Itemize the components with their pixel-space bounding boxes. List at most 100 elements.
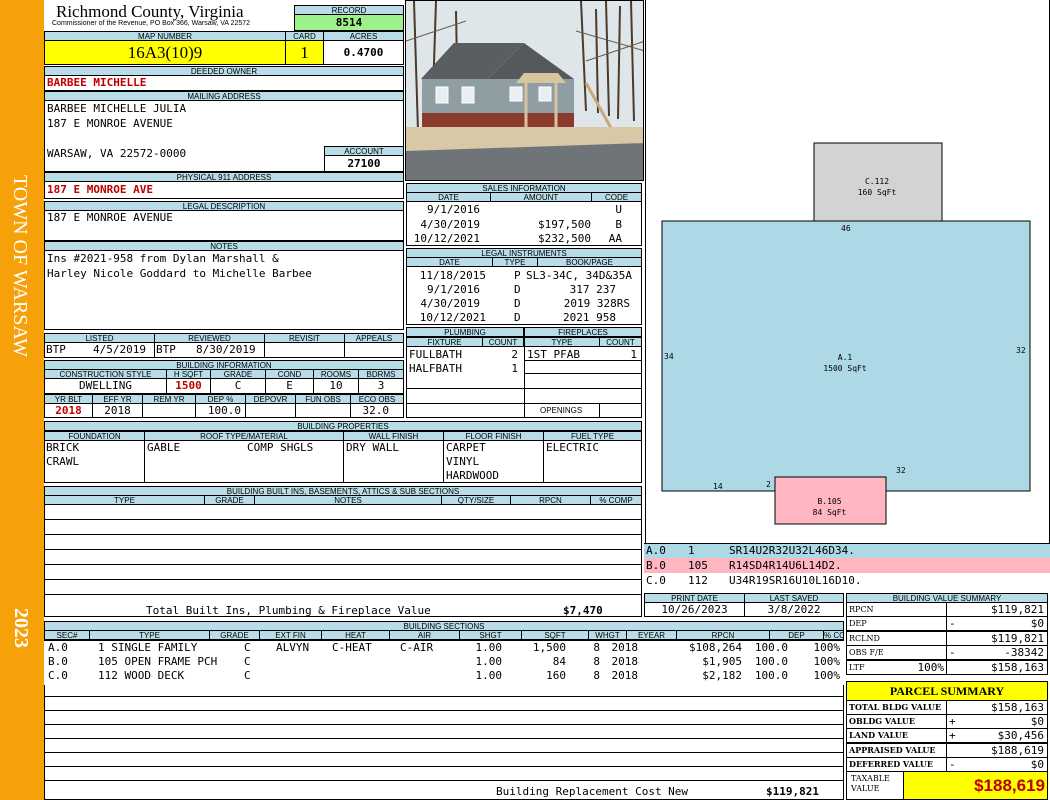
bi-dep: 100.0 — [195, 403, 246, 418]
sketch-label-b: B.105 84 SqFt — [812, 497, 847, 517]
bi-yrblt: 2018 — [44, 403, 93, 418]
section-row-cell: C — [244, 655, 251, 668]
section-row-cell: 84 — [552, 655, 566, 668]
section-row-cell: 8 — [593, 655, 600, 668]
parcel-summary-value: $0 — [1030, 757, 1044, 771]
li-row: 2021 958 — [563, 311, 616, 324]
parcel-summary-value: $158,163 — [991, 701, 1044, 714]
sections-colheads: SEC# TYPE GRADE EXT FIN HEAT AIR SHGT SQFT WHGT E… — [44, 630, 844, 640]
parcel-summary-value: $30,456 — [997, 729, 1044, 743]
sales-row: $197,500 — [538, 218, 591, 231]
sales-row: $232,500 — [538, 232, 591, 245]
value-summary-value: $0 — [1030, 617, 1044, 631]
sections-footer-row — [45, 783, 843, 799]
builtins-total-value: $7,470 — [563, 604, 603, 617]
value-summary-value: $119,821 — [991, 603, 1044, 616]
bp-foundation-2: CRAWL — [46, 455, 80, 468]
section-row-cell: 8 — [593, 641, 600, 654]
section-col-header: EXT FIN — [259, 630, 322, 640]
bp-wall: DRY WALL — [346, 441, 399, 454]
legend-sec: C.0 — [646, 574, 666, 587]
li-row: 9/1/2016 — [427, 283, 480, 296]
value-summary-label: RPCN — [846, 602, 947, 617]
value-summary-label: OBS F/E — [846, 645, 947, 661]
bp-roof-type: GABLE — [147, 441, 181, 454]
li-row: 10/12/2021 — [419, 311, 486, 324]
section-row-cell: ALVYN — [276, 641, 310, 654]
print-date-value: 10/26/2023 — [644, 602, 745, 617]
parcel-summary-label: APPRAISED VALUE — [846, 742, 947, 758]
bp-fuel: ELECTRIC — [546, 441, 599, 454]
section-row-cell: 2018 — [611, 655, 639, 668]
li-row: 317 237 — [569, 283, 616, 296]
parcel-summary-sign: + — [949, 729, 956, 743]
plumb-fixture: HALFBATH — [409, 362, 462, 375]
taxable-label: TAXABLE VALUE — [851, 774, 890, 793]
mailing-line-2: 187 E MONROE AVENUE — [47, 117, 173, 130]
parcel-summary-sign: + — [949, 715, 956, 729]
legend-code: 105 — [688, 559, 708, 572]
fire-row-divider — [524, 403, 642, 404]
section-col-header: SQFT — [521, 630, 589, 640]
deeded-owner-value: BARBEE MICHELLE — [44, 75, 404, 91]
sketch-dim: 46 — [841, 224, 851, 233]
sketch-dim: 32 — [896, 466, 906, 475]
town-label: TOWN OF WARSAW — [9, 174, 31, 358]
section-row-cell: 1.00 — [475, 641, 503, 654]
appeals-box — [344, 342, 404, 358]
sales-row: 10/12/2021 — [413, 232, 480, 245]
fire-type: 1ST PFAB — [527, 348, 580, 361]
section-row-cell: $108,264 — [689, 641, 742, 654]
li-row: 4/30/2019 — [420, 297, 480, 310]
builtins-table — [44, 504, 642, 617]
parcel-summary-label: OBLDG VALUE — [846, 714, 947, 730]
openings-value-box — [599, 403, 600, 418]
section-row-cell: 100% — [813, 669, 841, 682]
value-summary-value: $119,821 — [991, 631, 1044, 645]
section-row-cell: 100% — [813, 655, 841, 668]
plumb-row-divider — [406, 388, 525, 389]
section-row-cell: C — [244, 669, 251, 682]
legal-description-value: 187 E MONROE AVENUE — [44, 210, 404, 241]
bi-cond: E — [265, 378, 314, 394]
legend-path: R14SD4R14U6L14D2. — [729, 559, 842, 572]
record-value: 8514 — [294, 14, 404, 31]
value-summary-mid: 100% — [917, 660, 945, 674]
sketch-dim: 2 — [766, 480, 771, 489]
account-value: 27100 — [324, 155, 404, 172]
notes-line-2: Harley Nicole Goddard to Michelle Barbee — [47, 267, 312, 280]
li-row: P — [514, 269, 521, 282]
bi-hsqft: 1500 — [166, 378, 211, 394]
section-col-header: SHGT — [459, 630, 522, 640]
section-col-header: GRADE — [209, 630, 260, 640]
sales-row: 9/1/2016 — [427, 203, 480, 216]
section-col-header: HEAT — [321, 630, 390, 640]
value-summary-value: -38342 — [1004, 646, 1044, 660]
section-col-header: RPCN — [676, 630, 770, 640]
bi-funobs — [295, 403, 351, 418]
sketch-dim: 32 — [1016, 346, 1026, 355]
section-row-cell: 8 — [593, 669, 600, 682]
section-row-cell: 100% — [813, 641, 841, 654]
sales-row: B — [615, 218, 622, 231]
physical-address-value: 187 E MONROE AVE — [44, 181, 404, 199]
value-summary-label: DEP — [846, 616, 947, 632]
section-row-cell: C — [244, 641, 251, 654]
section-col-header: EYEAR — [626, 630, 677, 640]
plumbing-header: PLUMBING — [406, 327, 524, 337]
parcel-summary-rows: TOTAL BLDG VALUE $158,163 OBLDG VALUE + $0 LA… — [846, 700, 1048, 772]
bi-bdrms: 3 — [358, 378, 404, 394]
section-row-cell: 112 WOOD DECK — [98, 669, 185, 682]
section-row-cell: $2,182 — [702, 669, 742, 682]
section-col-header: AIR — [389, 630, 460, 640]
section-row-cell: C-HEAT — [332, 641, 372, 654]
legend-code: 112 — [688, 574, 708, 587]
bi-grade: C — [210, 378, 266, 394]
value-summary-rows: RPCN $119,821 DEP - $0 RCLND $119,821 OBS F/E - -… — [846, 602, 1048, 675]
section-row-cell: 160 — [546, 669, 566, 682]
building-props-header: BUILDING PROPERTIES — [44, 421, 642, 431]
builtins-total-label: Total Built Ins, Plumbing & Fireplace Va… — [146, 604, 431, 617]
map-number-value: 16A3(10)9 — [44, 40, 286, 65]
plumb-row-divider — [406, 403, 525, 404]
parcel-summary-label: LAND VALUE — [846, 728, 947, 744]
